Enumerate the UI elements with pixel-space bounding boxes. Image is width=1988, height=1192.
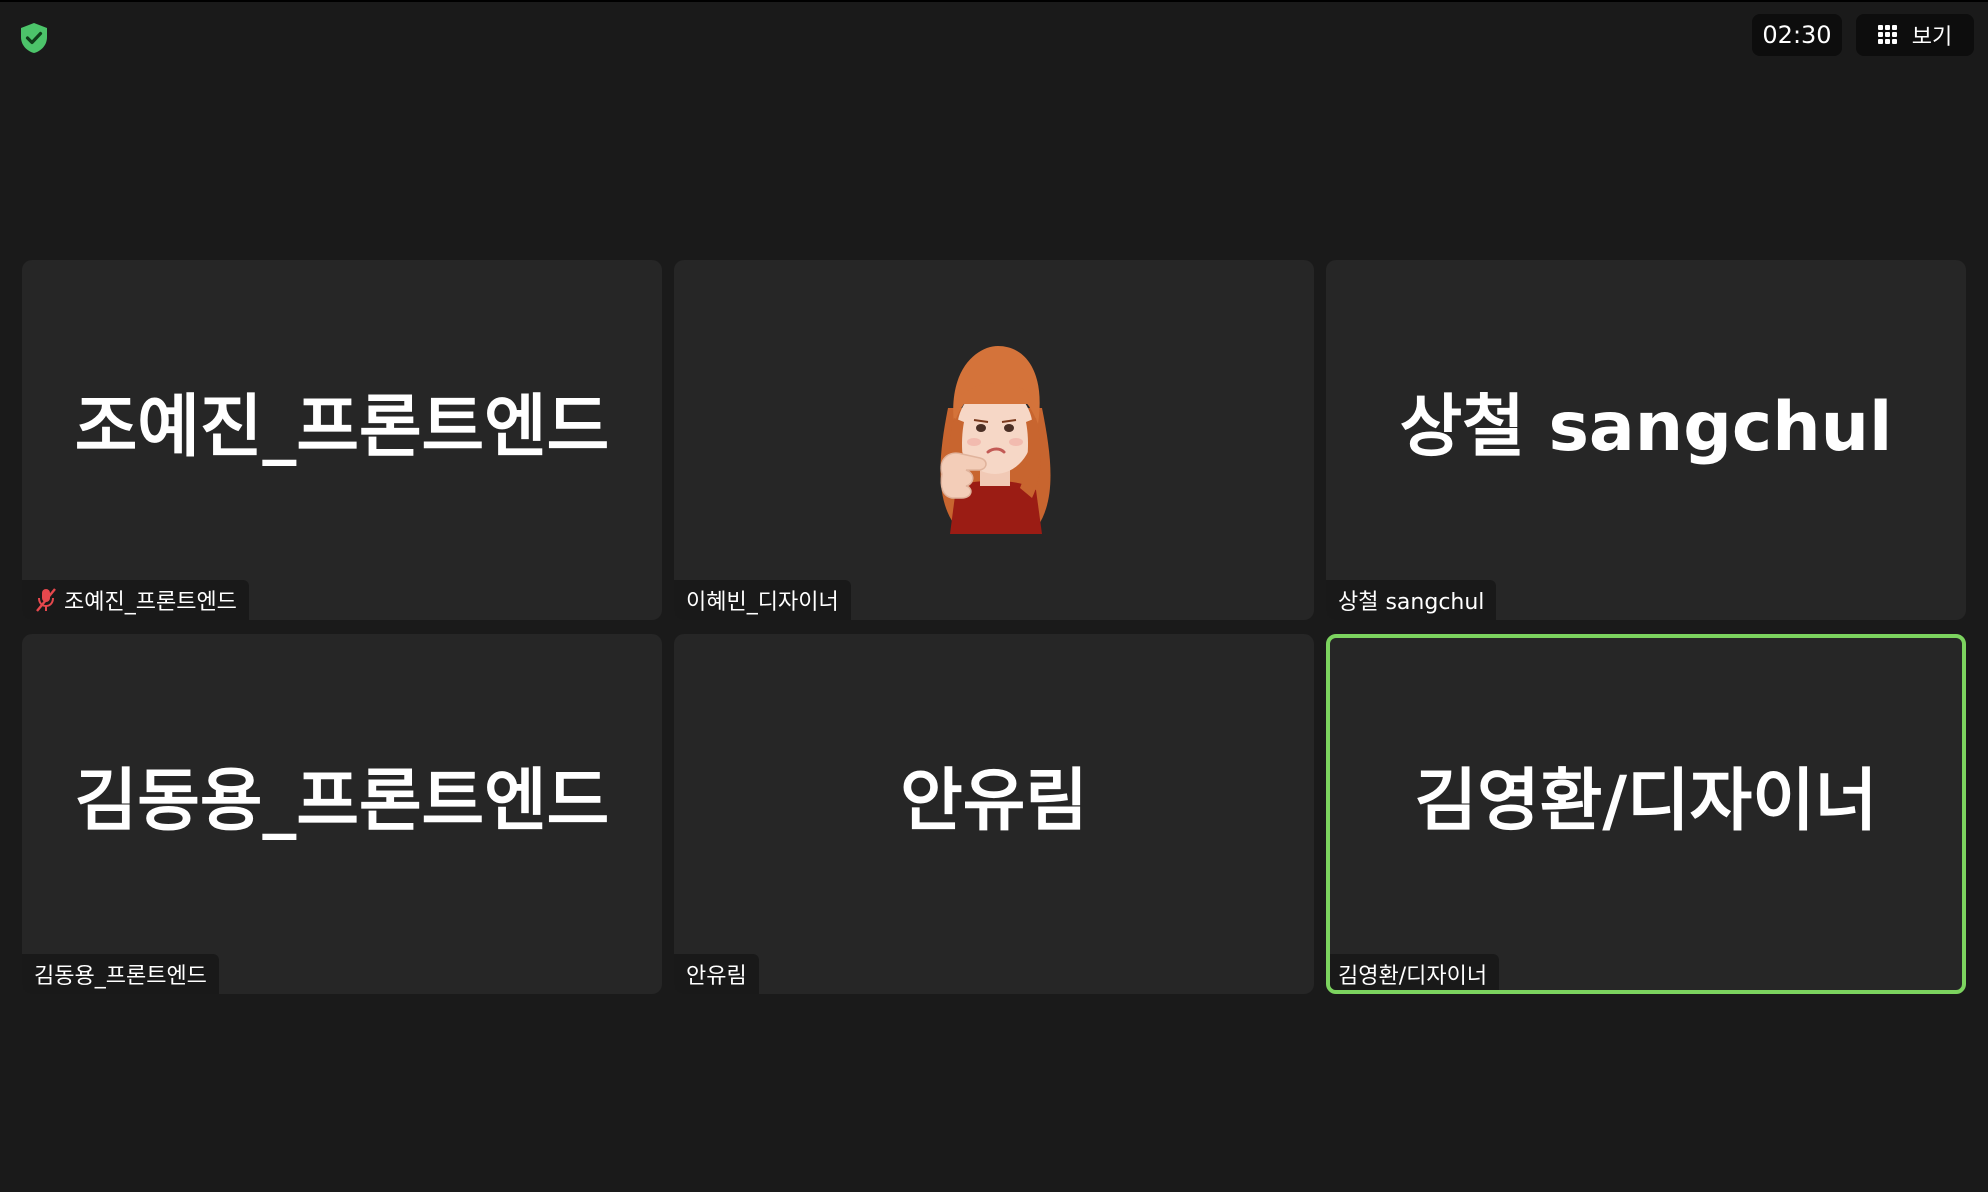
participant-label-text: 김동용_프론트엔드	[34, 964, 207, 989]
participant-name-label: 김영환/디자이너	[1330, 954, 1500, 990]
meeting-window: 02:30 보기 조예진_프론트엔드 조예진_프론트엔드 이혜빈_디자이너 상철…	[0, 0, 1988, 1192]
participant-name-label: 이혜빈_디자이너	[674, 580, 851, 620]
participant-tile[interactable]: 이혜빈_디자이너	[674, 260, 1314, 620]
shield-check-icon[interactable]	[16, 20, 52, 56]
participant-label-text: 상철 sangchul	[1338, 590, 1485, 615]
grid-icon	[1877, 25, 1898, 45]
participant-display-name: 상철 sangchul	[1399, 387, 1893, 467]
participant-display-name: 김영환/디자이너	[1414, 761, 1878, 841]
view-button[interactable]: 보기	[1856, 14, 1974, 56]
participant-tile-active-speaker[interactable]: 김영환/디자이너 김영환/디자이너	[1326, 634, 1966, 994]
participant-display-name: 조예진_프론트엔드	[74, 387, 610, 467]
participant-tile[interactable]: 안유림 안유림	[674, 634, 1314, 994]
participant-name-label: 안유림	[674, 954, 759, 994]
participant-tile[interactable]: 조예진_프론트엔드 조예진_프론트엔드	[22, 260, 662, 620]
participant-display-name: 김동용_프론트엔드	[74, 761, 610, 841]
participant-name-label: 조예진_프론트엔드	[22, 580, 249, 620]
participant-label-text: 안유림	[686, 964, 747, 989]
view-button-label: 보기	[1911, 25, 1953, 50]
participant-label-text: 이혜빈_디자이너	[686, 590, 839, 615]
participant-label-text: 조예진_프론트엔드	[64, 590, 237, 615]
participant-label-text: 김영환/디자이너	[1338, 964, 1488, 989]
meeting-timer: 02:30	[1752, 14, 1842, 56]
microphone-muted-icon	[36, 588, 56, 612]
participant-tile[interactable]: 김동용_프론트엔드 김동용_프론트엔드	[22, 634, 662, 994]
participant-name-label: 상철 sangchul	[1326, 580, 1497, 620]
participant-name-label: 김동용_프론트엔드	[22, 954, 219, 994]
participant-tile[interactable]: 상철 sangchul 상철 sangchul	[1326, 260, 1966, 620]
participant-display-name: 안유림	[900, 761, 1088, 841]
memoji-avatar	[940, 346, 1051, 534]
